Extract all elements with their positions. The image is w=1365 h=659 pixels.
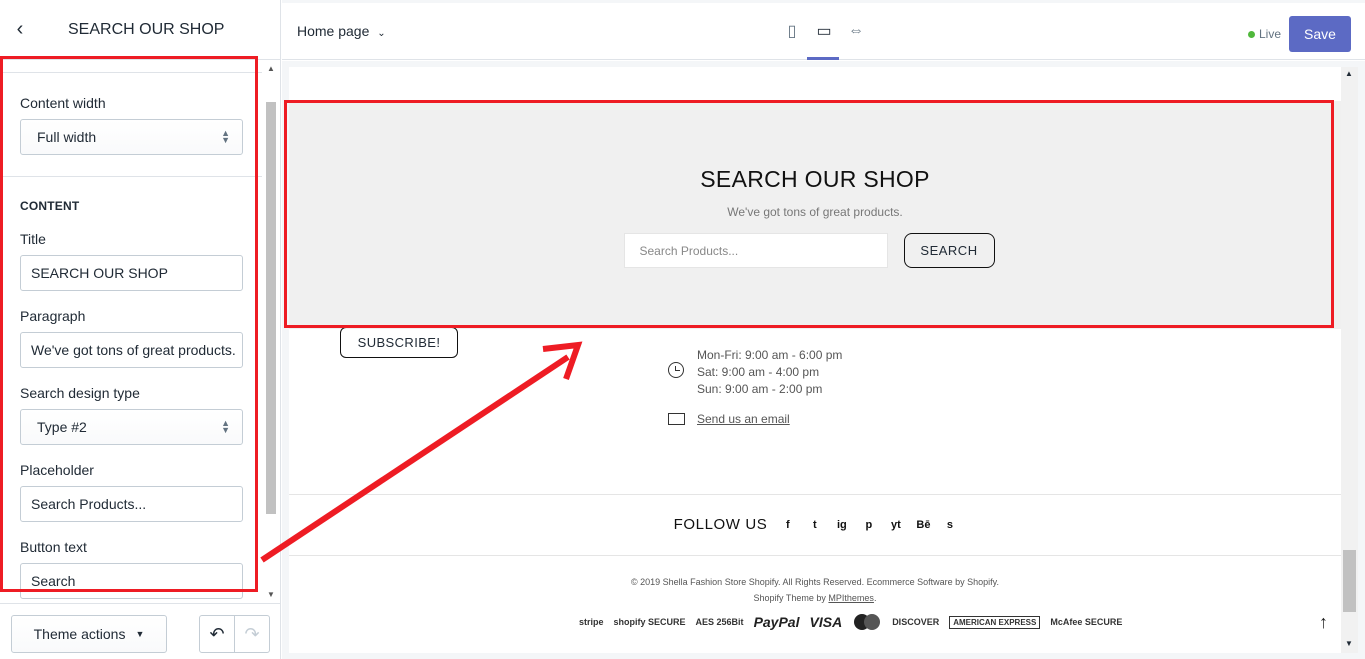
opening-hours: Mon-Fri: 9:00 am - 6:00 pm Sat: 9:00 am … [697, 347, 842, 398]
search-paragraph: We've got tons of great products. [727, 205, 903, 219]
behance-icon[interactable]: Bē [916, 519, 930, 531]
pinterest-icon[interactable]: p [862, 519, 875, 531]
content-heading: CONTENT [20, 199, 80, 213]
facebook-icon[interactable]: f [781, 519, 794, 531]
chevron-down-icon: ⌄ [377, 28, 386, 39]
live-dot-icon [1248, 30, 1255, 38]
hours-line: Mon-Fri: 9:00 am - 6:00 pm [697, 348, 843, 362]
discover-badge: DISCOVER [892, 617, 940, 627]
divider [289, 494, 1341, 495]
subscribe-button[interactable]: SUBSCRIBE! [340, 327, 458, 358]
preview-scrollbar[interactable]: ▲ ▼ [1341, 67, 1358, 653]
twitter-icon[interactable]: t [808, 519, 821, 531]
back-chevron-icon[interactable]: ‹ [0, 18, 40, 41]
mobile-view-icon[interactable]: ▯ [782, 21, 802, 41]
mail-icon [668, 413, 685, 425]
scroll-up-icon[interactable]: ▲ [267, 64, 275, 73]
payment-badges: stripe shopify SECURE AES 256Bit PayPal … [579, 613, 1122, 631]
select-caret-icon: ▲ ▼ [221, 418, 230, 435]
editor-topbar: Home page ⌄ ▯ ▭ ⇔ Live Save [282, 0, 1365, 60]
undo-redo-group: ↶ ↷ [199, 615, 270, 653]
hours-line: Sat: 9:00 am - 4:00 pm [697, 365, 820, 379]
amex-badge: AMERICAN EXPRESS [949, 615, 1041, 629]
aes-badge: AES 256Bit [695, 617, 744, 627]
theme-by-text: Shopify Theme by [753, 593, 826, 603]
design-type-label: Search design type [20, 385, 140, 401]
page-selector-label: Home page [297, 23, 370, 39]
content-width-value: Full width [37, 129, 97, 145]
divider [289, 555, 1341, 556]
theme-editor-sidebar: ‹ SEARCH OUR SHOP Content width Full wid… [0, 0, 281, 659]
mastercard-icon [852, 613, 882, 631]
content-width-select[interactable]: Full width ▲ ▼ [20, 119, 243, 155]
button-text-input[interactable]: Search [20, 563, 243, 599]
viewport-toggles: ▯ ▭ ⇔ [782, 21, 866, 41]
back-to-top-icon[interactable]: ↑ [1319, 612, 1328, 633]
divider [0, 176, 262, 177]
search-input[interactable]: Search Products... [623, 233, 888, 268]
active-view-indicator [807, 57, 839, 60]
copyright: © 2019 Shella Fashion Store Shopify. All… [289, 574, 1341, 606]
caret-down-icon: ▼ [135, 629, 145, 639]
scrollbar-thumb[interactable] [1343, 550, 1356, 612]
sidebar-header: ‹ SEARCH OUR SHOP [0, 0, 280, 60]
mcafee-badge: McAfee SECURE [1050, 617, 1123, 627]
content-width-label: Content width [20, 95, 106, 111]
title-label: Title [20, 231, 46, 247]
undo-icon[interactable]: ↶ [200, 616, 234, 652]
visa-badge: VISA [809, 614, 843, 630]
copyright-text: © 2019 Shella Fashion Store Shopify. All… [631, 577, 999, 587]
paragraph-input[interactable]: We've got tons of great products. [20, 332, 243, 368]
paragraph-label: Paragraph [20, 308, 86, 324]
title-input[interactable]: SEARCH OUR SHOP [20, 255, 243, 291]
skype-icon[interactable]: s [943, 519, 956, 531]
youtube-icon[interactable]: yt [889, 519, 902, 531]
design-type-select[interactable]: Type #2 ▲ ▼ [20, 409, 243, 445]
live-label: Live [1259, 27, 1282, 41]
scroll-down-icon[interactable]: ▼ [1345, 639, 1353, 648]
fullscreen-view-icon[interactable]: ⇔ [846, 21, 866, 41]
clock-icon [668, 362, 684, 378]
button-text-label: Button text [20, 539, 87, 555]
design-type-value: Type #2 [37, 419, 87, 435]
sidebar-footer: Theme actions ▼ ↶ ↷ [0, 603, 281, 659]
save-button[interactable]: Save [1289, 16, 1351, 52]
paypal-badge: PayPal [753, 614, 800, 630]
preview-area: SEARCH OUR SHOP We've got tons of great … [282, 61, 1365, 659]
search-section[interactable]: SEARCH OUR SHOP We've got tons of great … [289, 101, 1341, 329]
live-status: Live [1248, 27, 1281, 41]
placeholder-label: Placeholder [20, 462, 94, 478]
theme-actions-button[interactable]: Theme actions ▼ [11, 615, 167, 653]
select-caret-icon: ▲ ▼ [221, 128, 230, 145]
scroll-down-icon[interactable]: ▼ [267, 590, 275, 599]
sidebar-settings-panel: Content width Full width ▲ ▼ CONTENT Titl… [0, 62, 262, 603]
desktop-view-icon[interactable]: ▭ [814, 21, 834, 41]
search-title: SEARCH OUR SHOP [700, 166, 930, 192]
search-button[interactable]: SEARCH [903, 233, 995, 268]
sidebar-scrollbar[interactable]: ▲ ▼ [263, 62, 277, 603]
hours-line: Sun: 9:00 am - 2:00 pm [697, 382, 823, 396]
store-preview: SEARCH OUR SHOP We've got tons of great … [289, 67, 1341, 653]
section-title: SEARCH OUR SHOP [68, 20, 225, 38]
placeholder-input[interactable]: Search Products... [20, 486, 243, 522]
stripe-badge: stripe [579, 617, 604, 627]
email-link[interactable]: Send us an email [697, 412, 790, 426]
instagram-icon[interactable]: ig [835, 519, 848, 531]
follow-us-label: FOLLOW US [673, 516, 768, 533]
page-selector[interactable]: Home page ⌄ [297, 23, 386, 39]
scrollbar-thumb[interactable] [266, 102, 276, 514]
scroll-up-icon[interactable]: ▲ [1345, 69, 1353, 78]
redo-icon[interactable]: ↷ [234, 616, 269, 652]
shopify-secure-badge: shopify SECURE [613, 617, 686, 627]
theme-link[interactable]: MPIthemes [828, 593, 874, 603]
theme-actions-label: Theme actions [33, 626, 126, 642]
follow-us-row: FOLLOW US f t ig p yt Bē s [289, 516, 1341, 533]
